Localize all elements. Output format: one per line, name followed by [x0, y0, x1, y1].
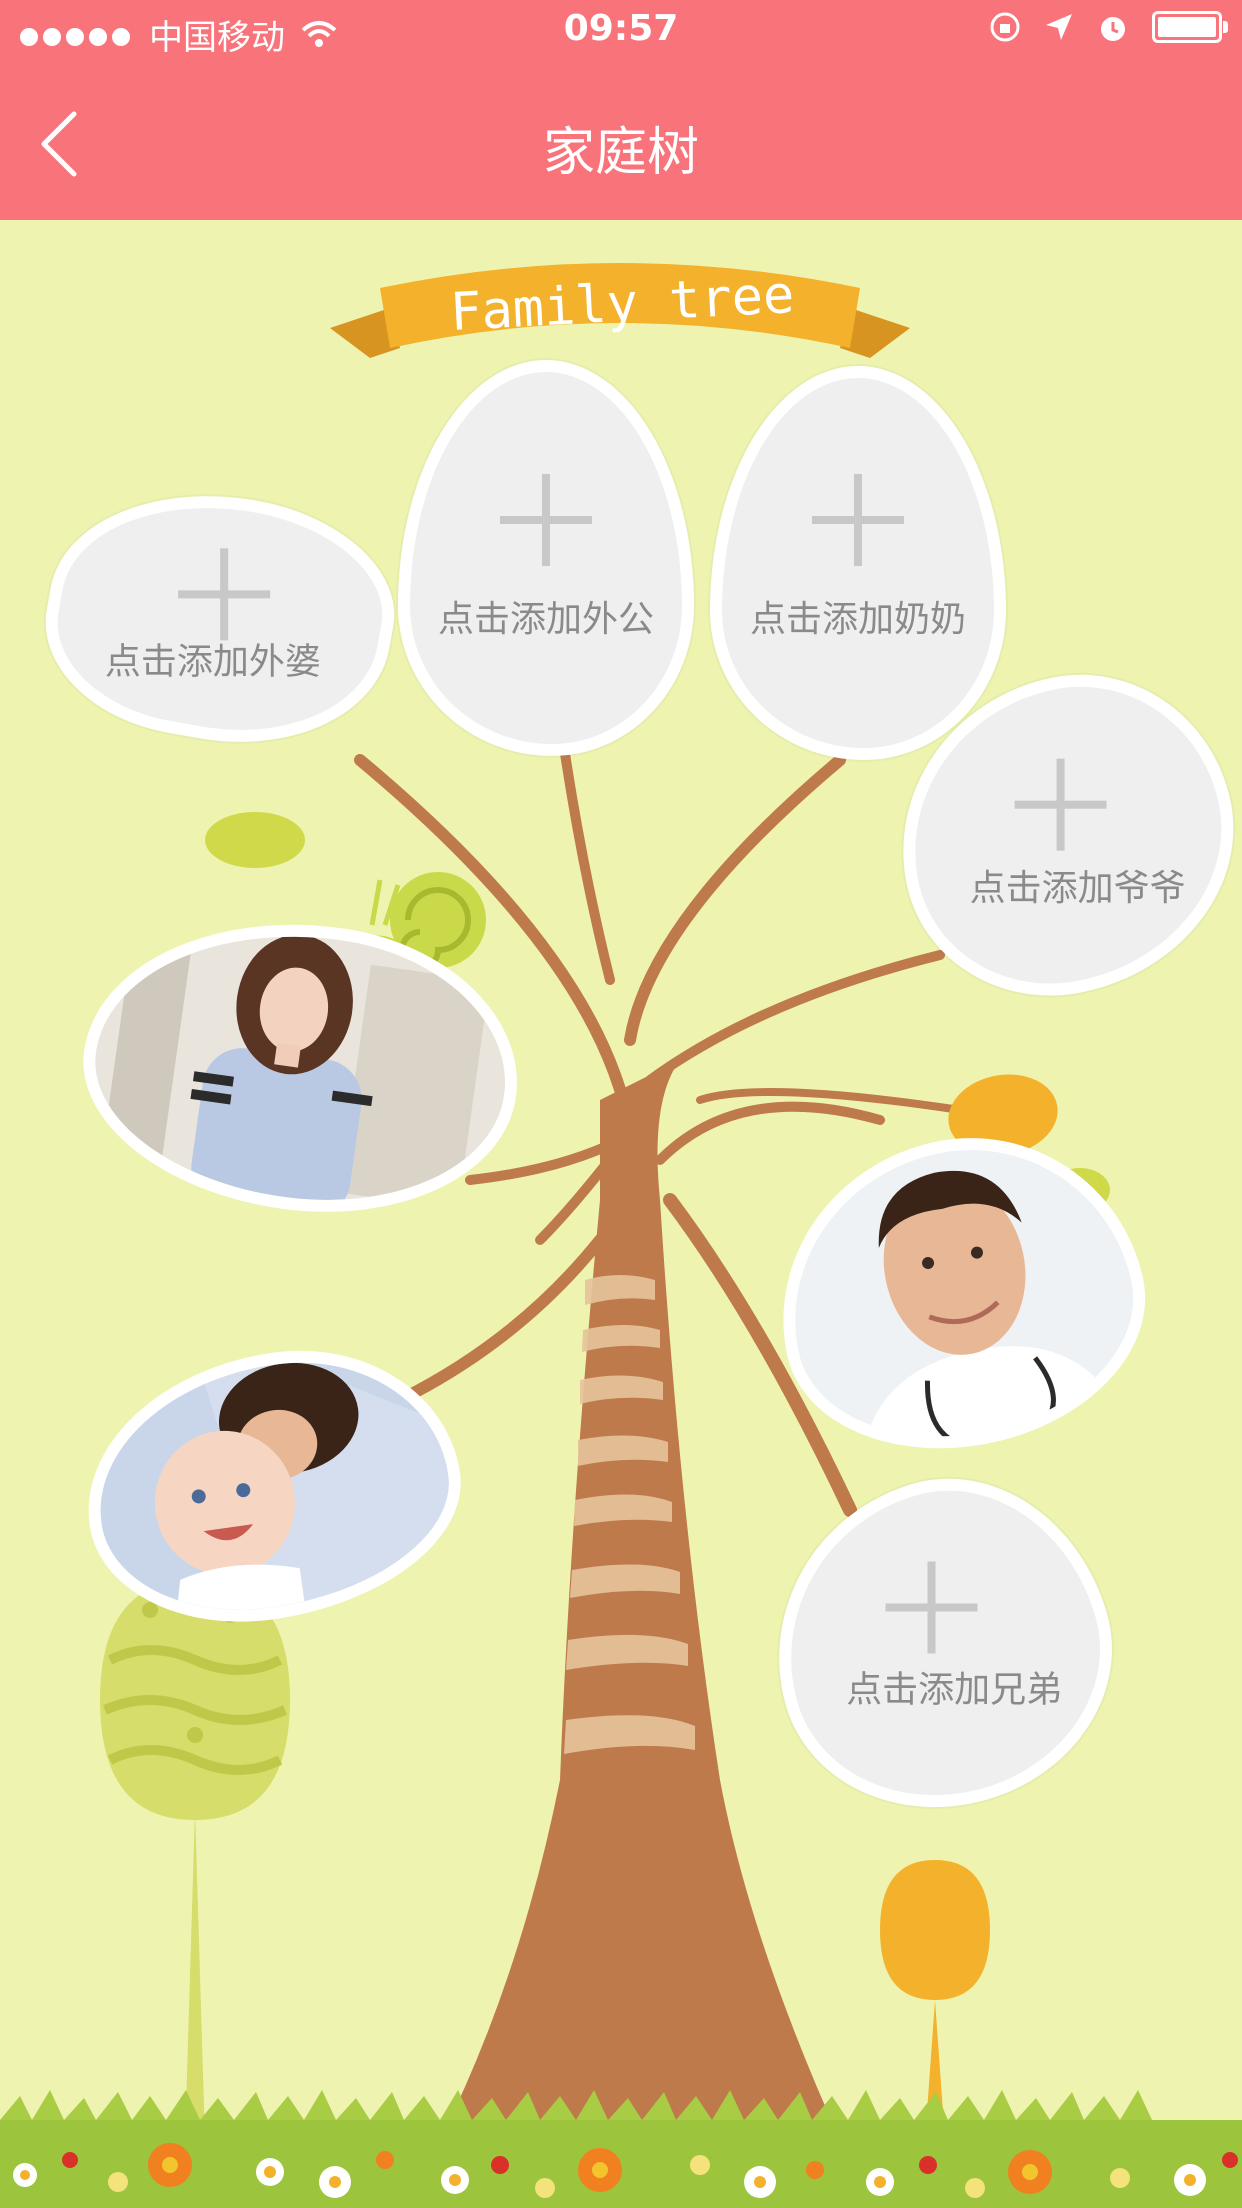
navigation-bar: 家庭树: [0, 64, 1242, 220]
family-tree-banner: Family tree: [330, 248, 910, 388]
plus-icon: [1015, 759, 1107, 851]
slot-label: 点击添加兄弟: [846, 1669, 1063, 1711]
slot-label: 点击添加外公: [437, 599, 654, 640]
page-title: 家庭树: [542, 123, 699, 183]
parent-baby-photo-image: [83, 1342, 463, 1630]
grass-strip: [0, 2090, 1242, 2208]
decorative-tree-left: [100, 1580, 290, 2140]
plus-icon: [812, 474, 904, 566]
plus-icon: [178, 548, 270, 640]
alarm-icon: [1101, 17, 1125, 41]
rotation-lock-icon: [990, 12, 1020, 42]
battery-icon: [1152, 11, 1228, 43]
plus-icon: [886, 1561, 978, 1653]
location-icon: [1046, 14, 1072, 40]
plus-icon: [500, 474, 592, 566]
slot-label: 点击添加爷爷: [969, 867, 1186, 909]
status-bar: 中国移动 09:57: [0, 0, 1242, 64]
status-right: [988, 10, 1228, 44]
slot-label: 点击添加奶奶: [749, 599, 966, 640]
slot-label: 点击添加外婆: [104, 641, 321, 683]
family-tree-scene: Family tree 点击添加外婆 点击添加外公 点击添加奶奶 点击添加爷爷 …: [0, 220, 1242, 2208]
